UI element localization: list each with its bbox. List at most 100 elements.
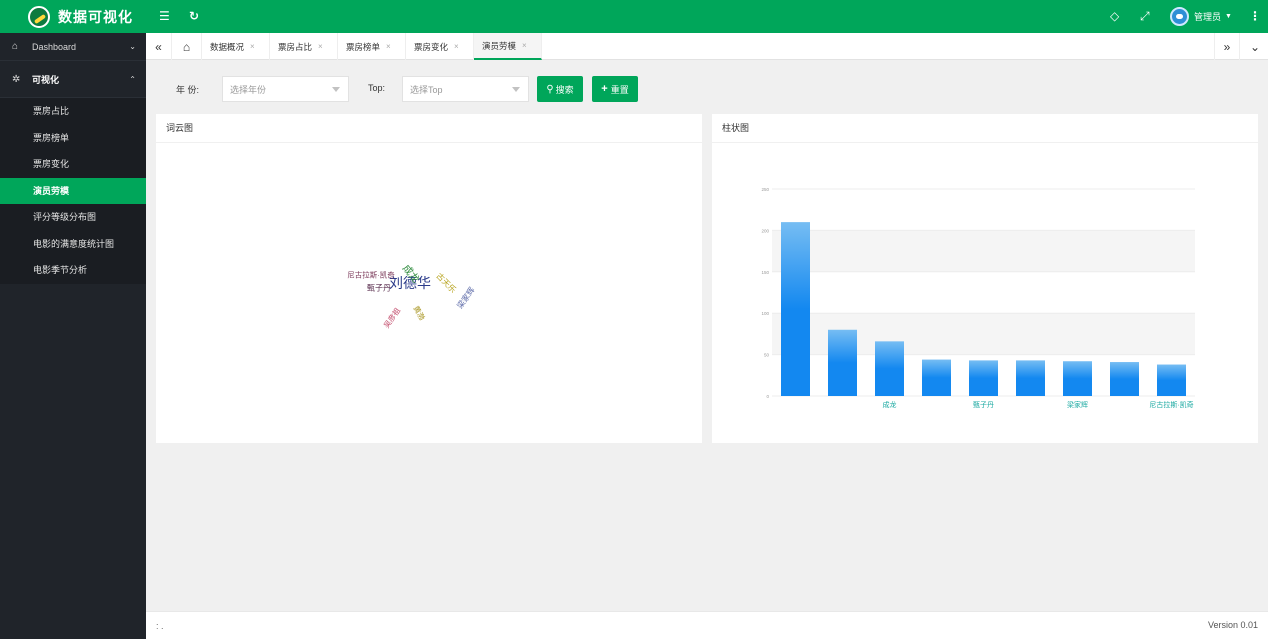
tab-box-office-change[interactable]: 票房变化 × (406, 33, 474, 60)
bar[interactable] (1157, 364, 1186, 396)
y-tick-label: 0 (766, 394, 769, 399)
logo-icon (28, 5, 50, 28)
tab-box-office-share[interactable]: 票房占比 × (270, 33, 338, 60)
wordcloud-word: 梁家辉 (455, 285, 477, 311)
close-icon[interactable]: × (386, 42, 391, 51)
sidebar-group-visualization[interactable]: ✲ 可视化 ⌃ (0, 61, 146, 98)
grid-band (772, 230, 1195, 272)
reset-button-label: 重置 (610, 84, 629, 95)
x-tick-label: 梁家辉 (1067, 400, 1088, 409)
sidebar: ⌂ Dashboard ⌄ ✲ 可视化 ⌃ 票房占比 票房榜单 票房变化 演员劳… (0, 33, 146, 639)
top-select[interactable]: 选择Top (402, 76, 529, 102)
wordcloud-word: 吴彦祖 (381, 306, 403, 330)
tab-label: 票房变化 (414, 41, 449, 52)
search-button-label: 搜索 (555, 84, 574, 95)
app-logo[interactable]: 数据可视化 (0, 0, 146, 33)
sidebar-item-dashboard[interactable]: ⌂ Dashboard ⌄ (0, 33, 146, 61)
tab-label: 演员劳模 (482, 40, 517, 51)
home-icon: ⌂ (12, 41, 19, 52)
sidebar-item-box-office-share[interactable]: 票房占比 (0, 98, 146, 125)
home-tab-icon[interactable]: ⌂ (172, 33, 202, 60)
sidebar-item-box-office-ranking[interactable]: 票房榜单 (0, 125, 146, 152)
year-select-placeholder: 选择年份 (230, 84, 267, 95)
sidebar-group-label: 可视化 (32, 74, 60, 85)
version-text: Version 0.01 (1207, 620, 1258, 630)
bar[interactable] (875, 341, 904, 396)
x-tick-label: 甄子丹 (973, 401, 994, 409)
wordcloud-area: 刘德华 成龙 古天乐 梁家辉 尼古拉斯·凯奇 甄子丹 吴彦祖 黄渤 (156, 143, 702, 443)
bar-chart: 0 50 100 150 200 250 成龙 甄子丹 梁家辉 尼古拉斯·凯奇 (761, 187, 1195, 409)
wordcloud-word: 古天乐 (434, 271, 458, 295)
sidebar-item-satisfaction-chart[interactable]: 电影的满意度统计图 (0, 231, 146, 258)
grid-band (772, 271, 1195, 314)
close-icon[interactable]: × (454, 42, 459, 51)
sidebar-item-rating-distribution[interactable]: 评分等级分布图 (0, 204, 146, 231)
double-chevron-left-icon[interactable]: « (146, 33, 172, 60)
tag-icon[interactable]: ◇ (1110, 9, 1119, 23)
sidebar-item-actor-ranking[interactable]: 演员劳模 (0, 177, 146, 204)
app-title: 数据可视化 (58, 8, 133, 25)
bar[interactable] (969, 360, 998, 396)
top-label: Top: (368, 83, 386, 93)
bar[interactable] (781, 222, 810, 396)
year-select[interactable]: 选择年份 (222, 76, 349, 102)
chevron-up-icon: ⌃ (129, 74, 136, 84)
caret-down-icon (332, 87, 340, 92)
y-tick-label: 200 (761, 228, 769, 233)
reset-button[interactable]: + 重置 (592, 76, 638, 102)
caret-down-icon (512, 87, 520, 92)
bar[interactable] (922, 359, 951, 396)
close-icon[interactable]: × (250, 42, 255, 51)
tab-bar: « ⌂ 数据概况 × 票房占比 × 票房榜单 × 票房变化 × 演员劳模 × » ⌄ (146, 33, 1268, 60)
tab-label: 票房占比 (278, 41, 313, 52)
x-tick-label: 成龙 (883, 400, 897, 409)
year-label: 年 份: (176, 85, 200, 95)
footer-left-text: : . (156, 621, 164, 631)
bar[interactable] (1016, 360, 1045, 396)
top-bar: 数据可视化 ☰ ↻ ◇ ⤢ 管理员 ▼ ⋮ (0, 0, 1268, 33)
close-icon[interactable]: × (318, 42, 323, 51)
sidebar-item-box-office-change[interactable]: 票房变化 (0, 151, 146, 178)
y-tick-label: 150 (761, 270, 769, 275)
search-button[interactable]: ⚲ 搜索 (537, 76, 583, 102)
search-icon: ⚲ (546, 83, 554, 95)
gear-icon: ✲ (12, 73, 21, 85)
x-tick-label: 尼古拉斯·凯奇 (1149, 400, 1193, 409)
wordcloud-word: 黄渤 (411, 304, 427, 322)
tab-actor-ranking[interactable]: 演员劳模 × (474, 33, 542, 60)
tab-label: 票房榜单 (346, 41, 381, 52)
tab-overview[interactable]: 数据概况 × (202, 33, 270, 60)
tab-label: 数据概况 (210, 41, 245, 52)
footer: : . Version 0.01 (146, 611, 1268, 639)
y-tick-label: 50 (764, 353, 770, 358)
top-select-placeholder: 选择Top (410, 84, 443, 95)
wordcloud-title: 词云图 (156, 114, 702, 143)
wordcloud-panel: 词云图 刘德华 成龙 古天乐 梁家辉 尼古拉斯·凯奇 甄子丹 吴彦祖 黄渤 (156, 114, 702, 443)
refresh-icon[interactable]: ↻ (189, 9, 199, 23)
bar[interactable] (1110, 362, 1139, 396)
chevron-down-icon[interactable]: ⌄ (1242, 33, 1268, 60)
indent-icon[interactable]: ☰ (159, 9, 170, 23)
wordcloud-word: 尼古拉斯·凯奇 (347, 270, 395, 280)
y-tick-label: 250 (761, 187, 769, 192)
fullscreen-icon[interactable]: ⤢ (1140, 9, 1150, 23)
grid-band (772, 189, 1195, 231)
wordcloud-word: 甄子丹 (367, 283, 391, 293)
bar-chart-title: 柱状图 (712, 114, 1258, 143)
user-name: 管理员 (1194, 12, 1222, 22)
close-icon[interactable]: × (522, 41, 527, 50)
user-menu[interactable]: 管理员 ▼ (1170, 7, 1232, 26)
y-tick-label: 100 (761, 311, 769, 316)
sidebar-item-season-analysis[interactable]: 电影季节分析 (0, 257, 146, 284)
bar[interactable] (1063, 361, 1092, 396)
sidebar-item-label: Dashboard (32, 41, 77, 52)
plus-icon: + (601, 83, 608, 95)
chevron-down-icon: ⌄ (129, 42, 136, 51)
tab-box-office-ranking[interactable]: 票房榜单 × (338, 33, 406, 60)
double-chevron-right-icon[interactable]: » (1214, 33, 1240, 60)
caret-down-icon: ▼ (1225, 13, 1232, 20)
avatar (1170, 7, 1189, 26)
bar-chart-panel: 柱状图 0 50 100 150 200 250 成龙 甄子丹 梁家辉 尼古拉斯·凯奇 (712, 114, 1258, 443)
more-vertical-icon[interactable]: ⋮ (1249, 9, 1261, 23)
bar[interactable] (828, 329, 857, 396)
